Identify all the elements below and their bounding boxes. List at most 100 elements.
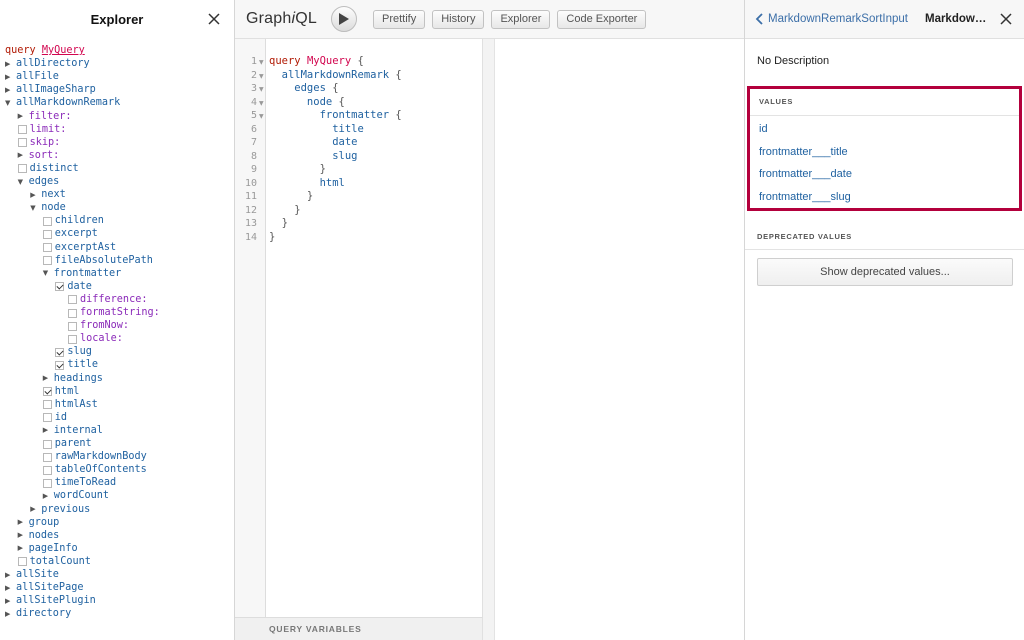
code-line[interactable]: } (269, 190, 313, 204)
caret-right-icon[interactable]: ▶ (5, 60, 13, 69)
code-line[interactable]: } (269, 217, 288, 231)
query-editor[interactable]: 1 ▼ 2 ▼ 3 ▼ 4 ▼ 5 ▼ 6 7 8 9 10 11 12 13 14 query MyQuery {… (235, 39, 483, 617)
explorer-item-previous[interactable]: ▶ previous (30, 503, 90, 517)
explorer-item-htmlast[interactable]: htmlAst (42, 398, 98, 412)
checkbox-icon[interactable] (17, 125, 27, 135)
caret-right-icon[interactable]: ▶ (5, 597, 13, 606)
explorer-item-sort[interactable]: ▶ sort: (18, 149, 60, 163)
code-line[interactable]: date (269, 136, 357, 150)
explorer-item-excerpt[interactable]: excerpt (42, 227, 98, 241)
fold-caret-icon[interactable]: ▼ (259, 113, 264, 120)
run-query-button[interactable] (330, 6, 357, 32)
code-line[interactable]: node { (269, 96, 345, 110)
explorer-item-timetoread[interactable]: timeToRead (42, 476, 116, 490)
checkbox-icon[interactable] (17, 138, 27, 148)
checkbox-icon[interactable] (42, 243, 52, 252)
checkbox-checked-icon[interactable] (42, 387, 52, 397)
explorer-item-filter[interactable]: ▶ filter: (18, 110, 72, 124)
checkbox-icon[interactable] (42, 413, 52, 423)
checkbox-icon[interactable] (42, 439, 52, 449)
explorer-item-locale[interactable]: locale: (68, 332, 123, 346)
code-line[interactable]: allMarkdownRemark { (269, 69, 402, 83)
explorer-item-difference[interactable]: difference: (68, 293, 147, 307)
code-line[interactable]: frontmatter { (269, 109, 402, 123)
explorer-button[interactable]: Explorer (491, 9, 551, 29)
code-line[interactable]: } (269, 163, 326, 177)
caret-right-icon[interactable]: ▶ (5, 571, 13, 580)
explorer-item-formatstring[interactable]: formatString: (68, 306, 160, 320)
explorer-item-limit[interactable]: limit: (17, 123, 66, 137)
checkbox-icon[interactable] (42, 216, 52, 226)
explorer-item-group[interactable]: ▶ group (18, 516, 60, 530)
checkbox-checked-icon[interactable] (55, 282, 65, 292)
caret-right-icon[interactable]: ▶ (43, 374, 51, 383)
caret-right-icon[interactable]: ▶ (18, 151, 26, 160)
caret-right-icon[interactable]: ▶ (43, 426, 51, 435)
explorer-item-alldirectory[interactable]: ▶ allDirectory (5, 57, 90, 71)
explorer-item-wordcount[interactable]: ▶ wordCount (43, 489, 109, 503)
code-exporter-button[interactable]: Code Exporter (557, 9, 647, 29)
explorer-item-fromnow[interactable]: fromNow: (68, 319, 129, 333)
fold-caret-icon[interactable]: ▼ (259, 100, 264, 107)
explorer-item-allmarkdownremark[interactable]: ▼ allMarkdownRemark (5, 96, 120, 110)
checkbox-icon[interactable] (42, 229, 52, 239)
close-icon[interactable] (999, 12, 1013, 26)
enum-value-frontmatter-date[interactable]: frontmatter___date (759, 168, 852, 180)
caret-right-icon[interactable]: ▶ (18, 518, 26, 527)
explorer-item-allimagesharp[interactable]: ▶ allImageSharp (5, 83, 96, 97)
caret-right-icon[interactable]: ▶ (5, 610, 13, 619)
caret-right-icon[interactable]: ▶ (30, 505, 38, 514)
prettify-button[interactable]: Prettify (372, 9, 426, 29)
code-line[interactable]: html (269, 177, 345, 191)
explorer-item-nodes[interactable]: ▶ nodes (18, 529, 60, 543)
caret-right-icon[interactable]: ▶ (30, 191, 38, 200)
code-line[interactable]: edges { (269, 82, 338, 96)
explorer-item-frontmatter[interactable]: ▼ frontmatter (43, 267, 121, 281)
checkbox-icon[interactable] (68, 308, 77, 318)
show-deprecated-button[interactable]: Show deprecated values... (757, 258, 1013, 286)
docs-back-link[interactable]: MarkdownRemarkSortInput (755, 13, 908, 25)
explorer-item-allfile[interactable]: ▶ allFile (5, 70, 59, 84)
fold-caret-icon[interactable]: ▼ (259, 59, 264, 66)
checkbox-icon[interactable] (42, 256, 52, 266)
enum-value-frontmatter-slug[interactable]: frontmatter___slug (759, 191, 851, 203)
code-line[interactable]: } (269, 231, 275, 245)
caret-down-icon[interactable]: ▼ (5, 99, 13, 108)
checkbox-icon[interactable] (42, 452, 52, 462)
explorer-item-children[interactable]: children (42, 214, 104, 228)
fold-caret-icon[interactable]: ▼ (259, 73, 264, 80)
caret-down-icon[interactable]: ▼ (30, 204, 38, 213)
checkbox-icon[interactable] (68, 321, 77, 331)
explorer-item-node[interactable]: ▼ node (30, 201, 66, 215)
caret-right-icon[interactable]: ▶ (5, 86, 13, 95)
caret-down-icon[interactable]: ▼ (43, 269, 51, 278)
checkbox-icon[interactable] (42, 478, 52, 488)
explorer-item-html[interactable]: html (42, 385, 79, 399)
explorer-item-excerptast[interactable]: excerptAst (42, 241, 116, 255)
code-line[interactable]: } (269, 204, 300, 218)
close-icon[interactable] (206, 11, 222, 27)
explorer-item-rawmarkdownbody[interactable]: rawMarkdownBody (42, 450, 147, 464)
code-line[interactable]: slug (269, 150, 357, 164)
explorer-item-totalcount[interactable]: totalCount (17, 555, 91, 569)
explorer-item-tableofcontents[interactable]: tableOfContents (42, 463, 147, 477)
explorer-item-allsiteplugin[interactable]: ▶ allSitePlugin (5, 594, 96, 608)
checkbox-icon[interactable] (68, 295, 77, 305)
explorer-item-distinct[interactable]: distinct (17, 162, 79, 176)
explorer-item-headings[interactable]: ▶ headings (43, 372, 103, 386)
code-line[interactable]: title (269, 123, 364, 137)
checkbox-icon[interactable] (42, 465, 52, 475)
operation-name[interactable]: MyQuery (42, 44, 85, 58)
explorer-item-title[interactable]: title (55, 358, 98, 372)
caret-right-icon[interactable]: ▶ (5, 584, 13, 593)
explorer-item-edges[interactable]: ▼ edges (18, 175, 60, 189)
caret-right-icon[interactable]: ▶ (18, 531, 26, 540)
explorer-item-skip[interactable]: skip: (17, 136, 60, 150)
checkbox-icon[interactable] (17, 557, 27, 567)
history-button[interactable]: History (432, 9, 485, 29)
explorer-item-allsite[interactable]: ▶ allSite (5, 568, 59, 582)
caret-down-icon[interactable]: ▼ (18, 178, 26, 187)
caret-right-icon[interactable]: ▶ (18, 112, 26, 121)
checkbox-icon[interactable] (42, 400, 52, 410)
fold-caret-icon[interactable]: ▼ (259, 86, 264, 93)
